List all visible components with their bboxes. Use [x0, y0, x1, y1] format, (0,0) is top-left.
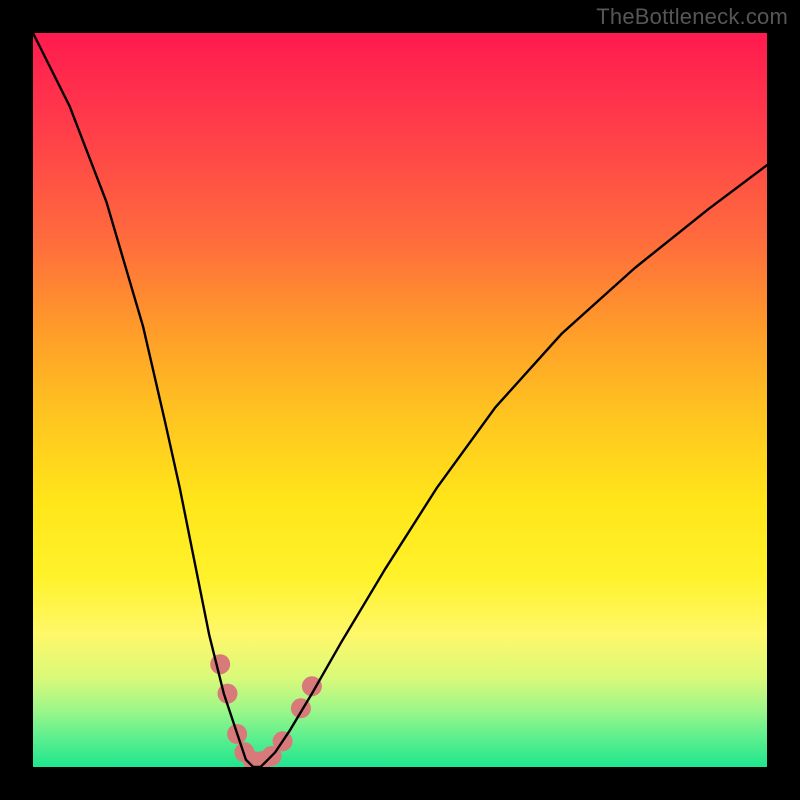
curve-overlay [33, 33, 767, 767]
bottleneck-curve [33, 33, 767, 767]
plot-area [33, 33, 767, 767]
marker-point [210, 654, 230, 674]
chart-frame: TheBottleneck.com [0, 0, 800, 800]
watermark-text: TheBottleneck.com [596, 4, 788, 30]
marker-point [218, 684, 238, 704]
marker-group [210, 654, 322, 767]
